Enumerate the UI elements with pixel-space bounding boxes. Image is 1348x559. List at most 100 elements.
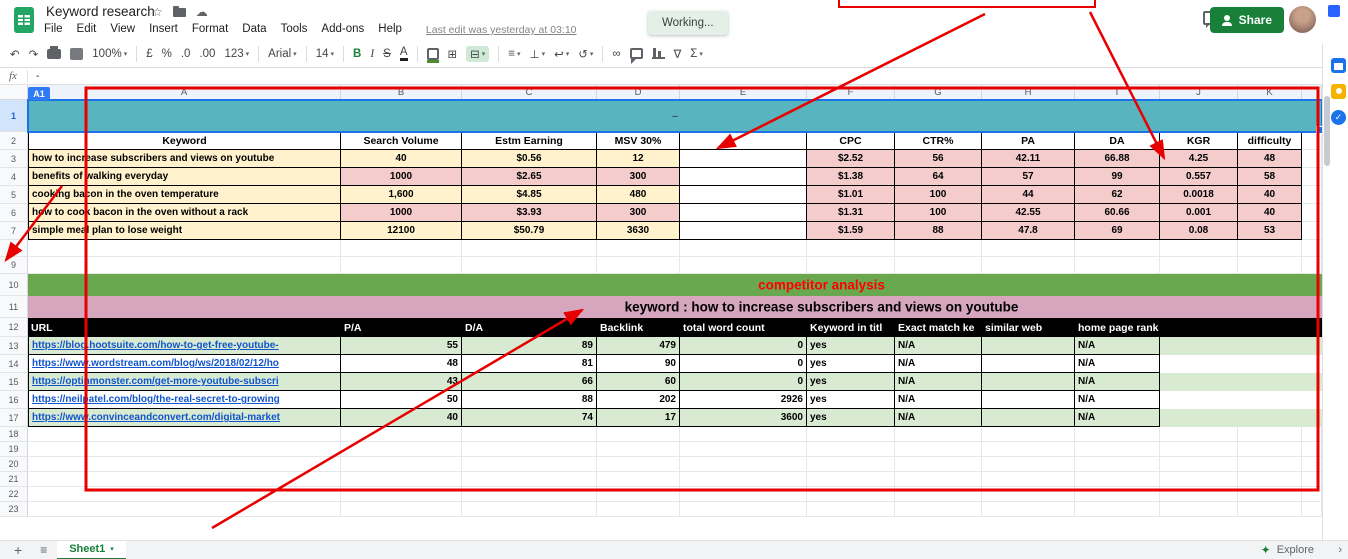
keep-icon[interactable] (1331, 84, 1346, 99)
cell[interactable] (1075, 487, 1160, 501)
cell[interactable] (1302, 132, 1322, 150)
menu-addons[interactable]: Add-ons (321, 23, 364, 36)
cell[interactable] (1075, 442, 1160, 456)
strikethrough-icon[interactable]: S (383, 48, 391, 60)
cell[interactable]: 0.0018 (1160, 186, 1238, 204)
cell[interactable]: 81 (462, 355, 597, 373)
cell[interactable]: N/A (1075, 373, 1160, 391)
cell[interactable]: 90 (597, 355, 680, 373)
cell[interactable] (597, 427, 680, 441)
insert-link-icon[interactable]: ∞ (612, 48, 620, 60)
cell[interactable] (341, 240, 462, 256)
cell[interactable]: $1.31 (807, 204, 895, 222)
cell[interactable]: 42.11 (982, 150, 1075, 168)
row-header-18[interactable]: 18 (0, 427, 28, 442)
cell[interactable] (680, 472, 807, 486)
row-header-20[interactable]: 20 (0, 457, 28, 472)
cell[interactable] (982, 337, 1075, 355)
cell[interactable]: N/A (1075, 391, 1160, 409)
cell[interactable]: yes (807, 355, 895, 373)
menu-format[interactable]: Format (192, 23, 228, 36)
cell[interactable] (982, 487, 1075, 501)
cell[interactable]: cooking bacon in the oven temperature (28, 186, 341, 204)
cell[interactable]: $50.79 (462, 222, 597, 240)
cell[interactable]: 66.88 (1075, 150, 1160, 168)
cell[interactable] (982, 373, 1075, 391)
document-title[interactable]: Keyword research (46, 4, 155, 19)
header-cell[interactable]: D/A (462, 318, 597, 337)
cell[interactable] (1160, 457, 1238, 471)
cell[interactable] (807, 257, 895, 273)
cell[interactable] (982, 457, 1075, 471)
cell[interactable] (1302, 240, 1322, 256)
cell[interactable]: N/A (1075, 409, 1160, 427)
tasks-icon[interactable]: ✓ (1331, 110, 1346, 125)
cell[interactable] (1238, 502, 1302, 516)
link-cell[interactable]: https://www.convinceandconvert.com/digit… (28, 409, 341, 427)
row-header-10[interactable]: 10 (0, 274, 28, 296)
cell[interactable]: 12 (597, 150, 680, 168)
cell[interactable] (597, 240, 680, 256)
row-header-5[interactable]: 5 (0, 186, 28, 204)
cell[interactable] (462, 257, 597, 273)
cell[interactable] (895, 472, 982, 486)
cell[interactable] (1160, 257, 1238, 273)
column-header-E[interactable]: E (680, 85, 807, 100)
paint-format-icon[interactable] (70, 47, 84, 60)
collapse-panel-icon[interactable]: › (1338, 544, 1342, 556)
cell[interactable]: 202 (597, 391, 680, 409)
cell[interactable]: 55 (341, 337, 462, 355)
cell[interactable] (1302, 257, 1322, 273)
cell[interactable] (1160, 373, 1322, 391)
header-cell[interactable]: MSV 30% (597, 132, 680, 150)
cell[interactable] (28, 257, 341, 273)
cell[interactable] (28, 427, 341, 441)
cell[interactable]: 0.001 (1160, 204, 1238, 222)
cell[interactable]: N/A (1075, 337, 1160, 355)
header-cell[interactable]: CPC (807, 132, 895, 150)
increase-decimal-icon[interactable]: .00 (199, 48, 215, 60)
cell[interactable] (895, 487, 982, 501)
cell[interactable]: 100 (895, 204, 982, 222)
cell[interactable]: yes (807, 409, 895, 427)
column-header-C[interactable]: C (462, 85, 597, 100)
cell[interactable] (597, 442, 680, 456)
format-currency-icon[interactable]: £ (146, 48, 152, 60)
column-header-B[interactable]: B (341, 85, 462, 100)
cell[interactable] (341, 457, 462, 471)
functions-icon[interactable]: Σ ▾ (690, 48, 703, 60)
cell[interactable]: 3600 (680, 409, 807, 427)
cell[interactable] (462, 487, 597, 501)
cell[interactable] (680, 257, 807, 273)
cell[interactable]: $2.52 (807, 150, 895, 168)
cell[interactable]: 53 (1238, 222, 1302, 240)
cell[interactable] (1160, 391, 1322, 409)
font-select[interactable]: Arial ▾ (268, 48, 297, 60)
cell[interactable] (341, 257, 462, 273)
cell[interactable]: 47.8 (982, 222, 1075, 240)
cell[interactable]: 0.08 (1160, 222, 1238, 240)
cell[interactable]: $2.65 (462, 168, 597, 186)
cell[interactable] (1075, 502, 1160, 516)
cell[interactable] (680, 427, 807, 441)
header-cell[interactable]: similar web (982, 318, 1075, 337)
header-cell[interactable]: PA (982, 132, 1075, 150)
select-all-corner[interactable] (0, 85, 28, 100)
cell[interactable] (1160, 337, 1322, 355)
header-cell[interactable]: CTR% (895, 132, 982, 150)
horizontal-align-icon[interactable]: ≡ ▾ (508, 48, 520, 60)
cell[interactable]: N/A (895, 355, 982, 373)
cell[interactable] (1302, 487, 1322, 501)
row-header-12[interactable]: 12 (0, 318, 28, 337)
cell[interactable]: $4.85 (462, 186, 597, 204)
row-header-4[interactable]: 4 (0, 168, 28, 186)
cell[interactable]: 48 (341, 355, 462, 373)
cell[interactable] (28, 502, 341, 516)
cell[interactable] (1075, 257, 1160, 273)
side-panel-icon[interactable] (1328, 5, 1340, 17)
header-cell[interactable]: Search Volume (341, 132, 462, 150)
cell[interactable] (982, 355, 1075, 373)
cell[interactable] (1160, 442, 1238, 456)
column-header-A[interactable]: A (28, 85, 341, 100)
cell[interactable]: $3.93 (462, 204, 597, 222)
